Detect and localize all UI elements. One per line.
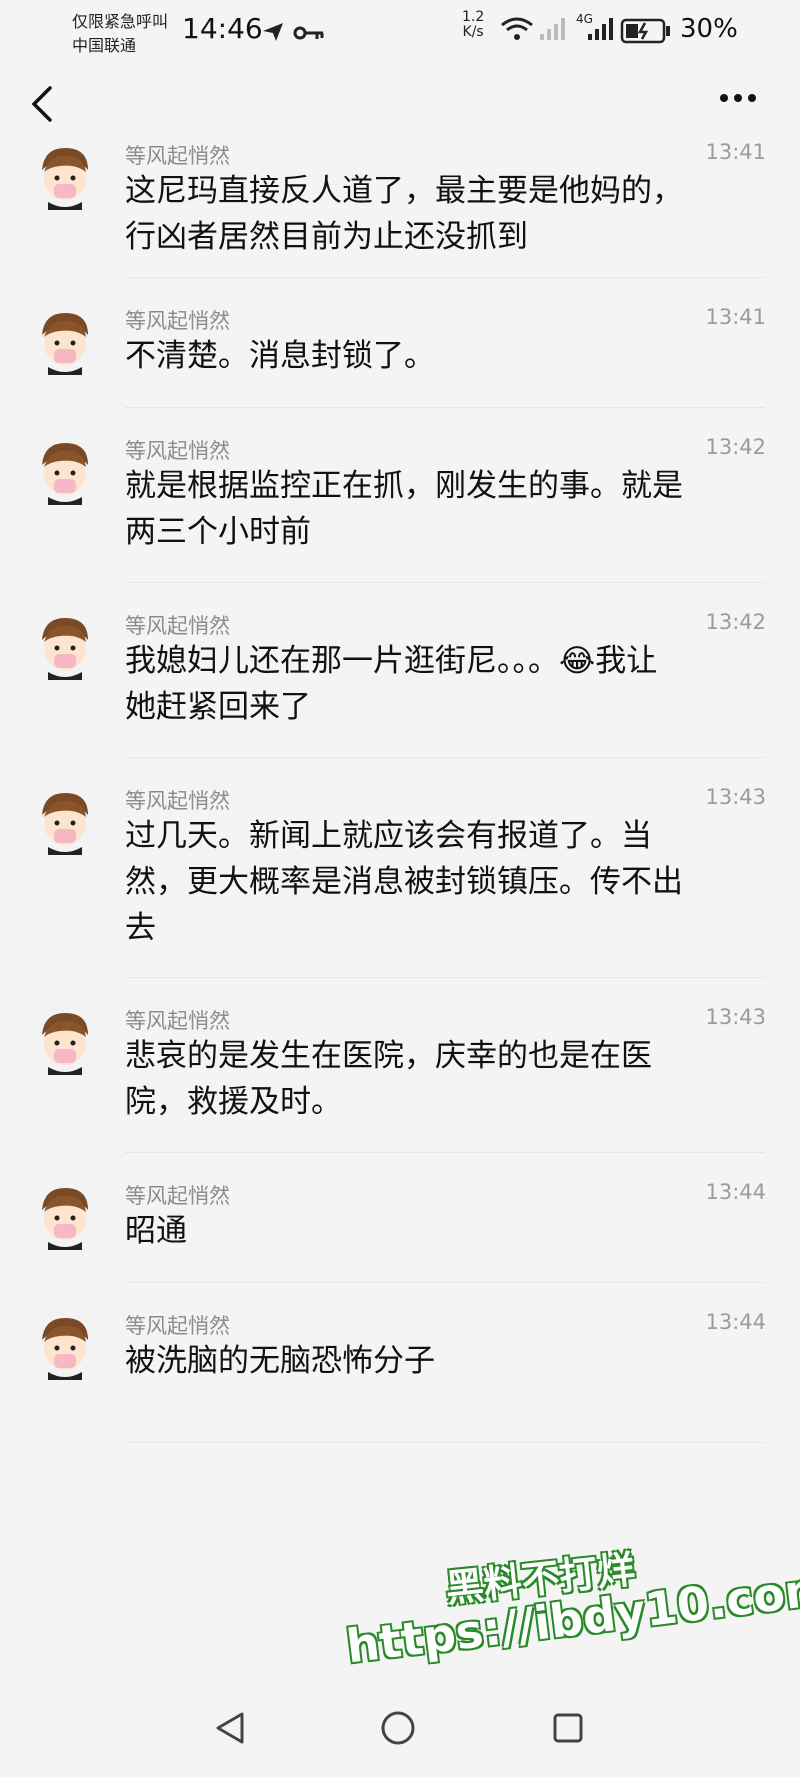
message-line: 然，更大概率是消息被封锁镇压。传不出 bbox=[125, 864, 683, 900]
message-line: 两三个小时前 bbox=[125, 514, 311, 550]
message-line: 她赶紧回来了 bbox=[125, 689, 311, 725]
sender-name[interactable]: 等风起悄然 bbox=[125, 435, 230, 465]
message-text: 就是根据监控正在抓，刚发生的事。就是 两三个小时前 bbox=[125, 463, 745, 555]
message-time: 13:44 bbox=[705, 1310, 766, 1334]
message-time: 13:41 bbox=[705, 140, 766, 164]
divider bbox=[125, 1442, 765, 1443]
key-icon bbox=[293, 26, 324, 40]
back-icon[interactable] bbox=[22, 82, 66, 126]
clock: 14:46 bbox=[182, 12, 263, 45]
message-line: 院，救援及时。 bbox=[125, 1084, 342, 1120]
carrier-line-2: 中国联通 bbox=[72, 36, 137, 55]
message-line: 这尼玛直接反人道了，最主要是他妈的， bbox=[125, 173, 683, 209]
net-speed-value: 1.2 bbox=[462, 9, 485, 25]
message-text: 昭通 bbox=[125, 1208, 745, 1254]
signal-weak-icon bbox=[540, 18, 565, 40]
message-line: 不清楚。消息封锁了。 bbox=[125, 338, 435, 374]
divider bbox=[125, 1282, 765, 1283]
message-line: 就是根据监控正在抓，刚发生的事。就是 bbox=[125, 468, 683, 504]
signal-icon bbox=[588, 18, 613, 40]
message-line: 我媳妇儿还在那一片逛街尼。。。😂我让 bbox=[125, 643, 658, 679]
nav-recent-icon[interactable] bbox=[548, 1708, 588, 1748]
avatar[interactable] bbox=[30, 610, 100, 680]
system-nav-bar bbox=[0, 1690, 800, 1777]
message-text: 这尼玛直接反人道了，最主要是他妈的， 行凶者居然目前为止还没抓到 bbox=[125, 168, 745, 260]
sender-name[interactable]: 等风起悄然 bbox=[125, 305, 230, 335]
battery-icon bbox=[620, 18, 670, 44]
message-time: 13:42 bbox=[705, 435, 766, 459]
avatar[interactable] bbox=[30, 1310, 100, 1380]
message-text: 不清楚。消息封锁了。 bbox=[125, 333, 745, 379]
divider bbox=[125, 582, 765, 583]
avatar[interactable] bbox=[30, 1180, 100, 1250]
message-line: 行凶者居然目前为止还没抓到 bbox=[125, 219, 528, 255]
message-line: 悲哀的是发生在医院，庆幸的也是在医 bbox=[125, 1038, 652, 1074]
net-speed: 1.2 K/s bbox=[462, 10, 484, 40]
more-options-icon[interactable] bbox=[718, 92, 758, 104]
battery-percent: 30% bbox=[680, 14, 738, 44]
message-line: 过几天。新闻上就应该会有报道了。当 bbox=[125, 818, 652, 854]
avatar[interactable] bbox=[30, 435, 100, 505]
net-speed-unit: K/s bbox=[462, 24, 484, 40]
sender-name[interactable]: 等风起悄然 bbox=[125, 140, 230, 170]
sender-name[interactable]: 等风起悄然 bbox=[125, 1180, 230, 1210]
sender-name[interactable]: 等风起悄然 bbox=[125, 610, 230, 640]
avatar[interactable] bbox=[30, 1005, 100, 1075]
nav-back-icon[interactable] bbox=[210, 1708, 250, 1748]
divider bbox=[125, 277, 765, 278]
carrier-line-1: 仅限紧急呼叫 bbox=[72, 12, 169, 31]
status-bar: 仅限紧急呼叫 中国联通 14:46 1.2 K/s 4G 30% bbox=[0, 0, 800, 62]
sender-name[interactable]: 等风起悄然 bbox=[125, 1310, 230, 1340]
divider bbox=[125, 1152, 765, 1153]
divider bbox=[125, 407, 765, 408]
message-line: 被洗脑的无脑恐怖分子 bbox=[125, 1343, 435, 1379]
message-text: 被洗脑的无脑恐怖分子 bbox=[125, 1338, 745, 1384]
avatar[interactable] bbox=[30, 140, 100, 210]
wifi-icon bbox=[501, 17, 533, 40]
nav-home-icon[interactable] bbox=[378, 1708, 418, 1748]
message-text: 过几天。新闻上就应该会有报道了。当 然，更大概率是消息被封锁镇压。传不出去 bbox=[125, 813, 745, 951]
top-nav bbox=[0, 62, 800, 150]
avatar[interactable] bbox=[30, 305, 100, 375]
message-time: 13:43 bbox=[705, 785, 766, 809]
send-icon bbox=[263, 23, 283, 41]
message-line: 昭通 bbox=[125, 1213, 187, 1249]
message-time: 13:41 bbox=[705, 305, 766, 329]
message-time: 13:44 bbox=[705, 1180, 766, 1204]
message-time: 13:42 bbox=[705, 610, 766, 634]
divider bbox=[125, 977, 765, 978]
message-time: 13:43 bbox=[705, 1005, 766, 1029]
divider bbox=[125, 757, 765, 758]
sender-name[interactable]: 等风起悄然 bbox=[125, 1005, 230, 1035]
avatar[interactable] bbox=[30, 785, 100, 855]
message-text: 悲哀的是发生在医院，庆幸的也是在医 院，救援及时。 bbox=[125, 1033, 745, 1125]
message-line: 去 bbox=[125, 910, 156, 946]
message-text: 我媳妇儿还在那一片逛街尼。。。😂我让 她赶紧回来了 bbox=[125, 638, 745, 730]
sender-name[interactable]: 等风起悄然 bbox=[125, 785, 230, 815]
